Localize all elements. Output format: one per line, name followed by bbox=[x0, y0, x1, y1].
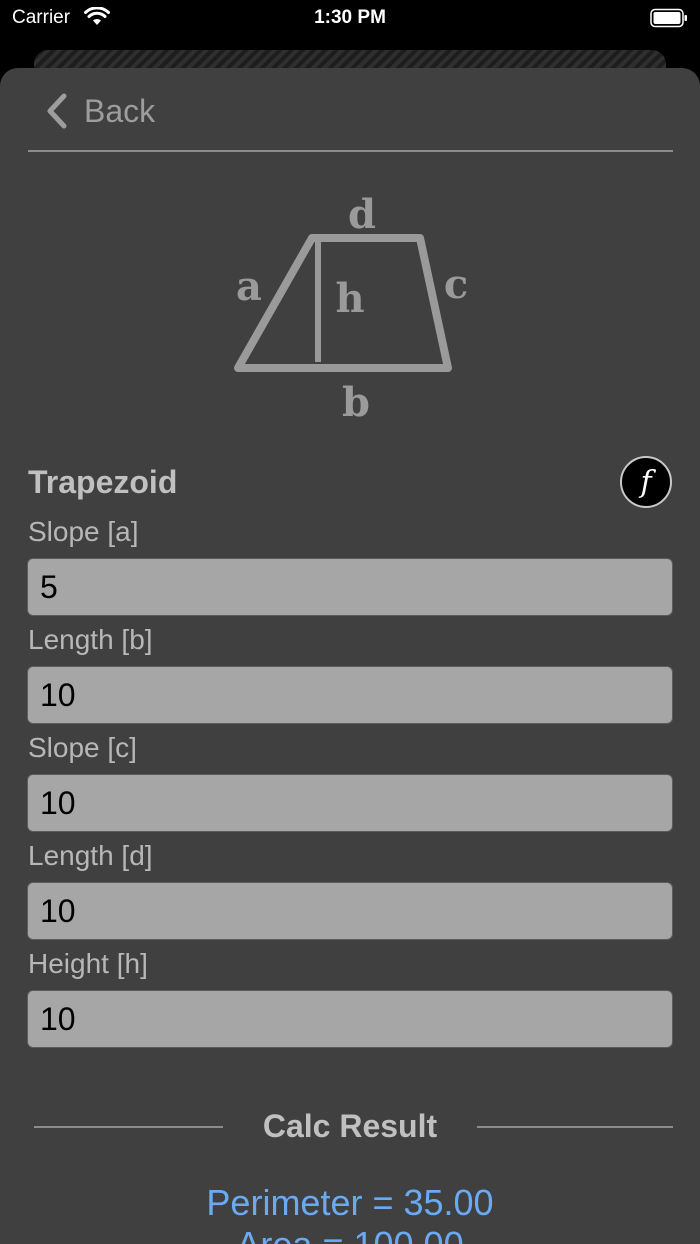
perimeter-result: Perimeter = 35.00 bbox=[206, 1182, 494, 1223]
field-label-slope-a: Slope [a] bbox=[28, 516, 139, 547]
label-c: c bbox=[444, 261, 468, 308]
field-label-height-h: Height [h] bbox=[28, 948, 148, 979]
field-label-length-b: Length [b] bbox=[28, 624, 153, 655]
field-label-slope-c: Slope [c] bbox=[28, 732, 137, 763]
function-icon: f bbox=[640, 464, 652, 500]
height-h-input[interactable] bbox=[27, 990, 673, 1048]
clock: 1:30 PM bbox=[314, 7, 386, 28]
formula-button[interactable]: f bbox=[620, 456, 672, 508]
back-label: Back bbox=[84, 92, 156, 129]
length-d-input[interactable] bbox=[27, 882, 673, 940]
field-label-length-d: Length [d] bbox=[28, 840, 153, 871]
slope-c-input[interactable] bbox=[27, 774, 673, 832]
label-a: a bbox=[236, 263, 262, 310]
shape-title: Trapezoid bbox=[28, 464, 178, 500]
battery-icon bbox=[650, 8, 688, 33]
back-button[interactable]: Back bbox=[44, 90, 155, 132]
status-bar: Carrier 1:30 PM bbox=[0, 0, 700, 36]
result-title: Calc Result bbox=[262, 1108, 438, 1144]
chevron-left-icon bbox=[47, 93, 67, 129]
label-h: h bbox=[335, 275, 364, 322]
label-d: d bbox=[348, 191, 376, 238]
area-result: Area = 100.00 bbox=[0, 1224, 700, 1244]
header-divider bbox=[28, 150, 673, 152]
trapezoid-diagram: d a h c b bbox=[234, 191, 468, 426]
slope-a-input[interactable] bbox=[27, 558, 673, 616]
length-b-input[interactable] bbox=[27, 666, 673, 724]
label-b: b bbox=[342, 379, 370, 426]
